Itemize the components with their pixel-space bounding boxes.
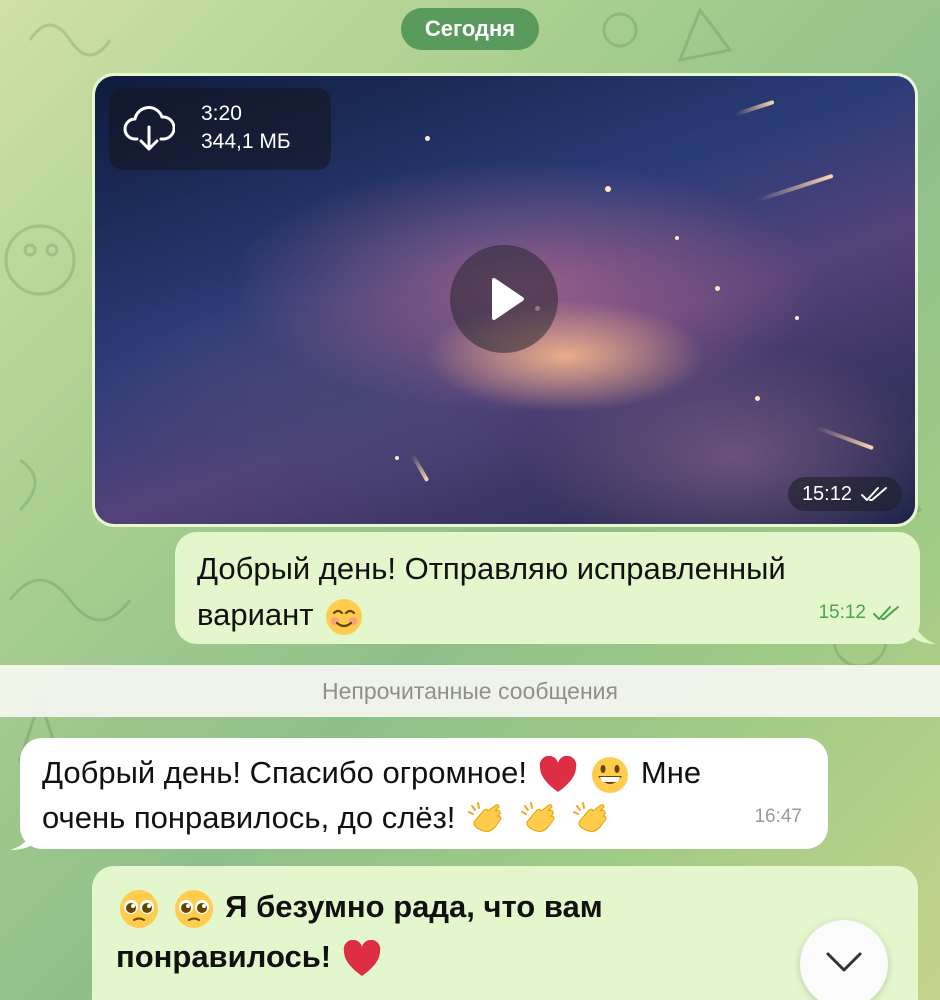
pleading-face-icon — [120, 889, 158, 928]
play-button[interactable] — [450, 245, 558, 353]
video-size: 344,1 МБ — [201, 130, 291, 153]
message-line-2: очень понравилось, до слёз! — [42, 795, 828, 840]
star-sparkle — [715, 286, 720, 291]
play-icon — [492, 278, 524, 320]
clapping-hands-icon — [468, 801, 502, 832]
star-sparkle — [425, 136, 430, 141]
cloud-download-icon[interactable] — [123, 105, 175, 153]
star-sparkle — [755, 396, 760, 401]
bubble-tail — [914, 620, 936, 644]
download-badge[interactable]: 3:20 344,1 МБ — [109, 88, 331, 170]
video-time-text: 15:12 — [801, 483, 852, 505]
message-line-2: понравилось! — [116, 932, 918, 982]
clapping-hands-icon — [573, 801, 607, 832]
video-timestamp: 15:12 — [787, 477, 902, 511]
video-duration: 3:20 — [201, 102, 242, 125]
date-separator: Сегодня — [401, 8, 539, 50]
message-meta: 15:12 — [818, 590, 900, 636]
message-line: Добрый день! Спасибо огромное! Мне — [42, 750, 828, 795]
message-text: Добрый день! Спасибо огромное! — [42, 755, 528, 790]
chevron-down-icon — [826, 952, 862, 972]
video-thumbnail[interactable]: 3:20 344,1 МБ 15:12 — [95, 76, 915, 524]
star-sparkle — [795, 316, 799, 320]
star-sparkle — [605, 186, 611, 192]
message-text: понравилось! — [116, 939, 332, 974]
outgoing-message[interactable]: Я безумно рада, что вам понравилось! — [92, 866, 918, 1000]
video-message[interactable]: 3:20 344,1 МБ 15:12 — [92, 73, 918, 527]
message-time: 15:12 — [818, 602, 866, 623]
message-time: 16:47 — [754, 806, 802, 827]
smiling-face-icon — [326, 598, 363, 635]
light-streak — [735, 99, 775, 117]
message-text: Я безумно рада, что вам — [225, 889, 603, 924]
bubble-tail — [10, 826, 34, 850]
grinning-face-icon — [592, 756, 629, 793]
message-text: Мне — [640, 755, 702, 790]
message-text: вариант — [197, 597, 314, 632]
message-line: Добрый день! Отправляю исправленный — [197, 551, 786, 586]
scroll-to-bottom-button[interactable] — [800, 920, 888, 1000]
incoming-message[interactable]: Добрый день! Спасибо огромное! Мне очень… — [20, 738, 828, 849]
outgoing-message[interactable]: Добрый день! Отправляю исправленный вари… — [175, 532, 920, 644]
double-check-icon — [873, 606, 899, 620]
clapping-hands-icon — [520, 801, 555, 832]
light-streak — [410, 454, 430, 482]
message-text: очень понравилось, до слёз! — [42, 800, 456, 835]
pleading-face-icon — [174, 889, 213, 928]
star-sparkle — [395, 456, 399, 460]
light-streak — [816, 425, 874, 451]
message-line-2: вариант — [197, 592, 920, 638]
unread-messages-separator: Непрочитанные сообщения — [0, 665, 940, 717]
red-heart-icon — [343, 939, 380, 976]
red-heart-icon — [539, 755, 576, 792]
double-check-icon — [861, 487, 887, 501]
message-line: Я безумно рада, что вам — [116, 882, 918, 932]
star-sparkle — [675, 236, 679, 240]
light-streak — [756, 173, 834, 203]
